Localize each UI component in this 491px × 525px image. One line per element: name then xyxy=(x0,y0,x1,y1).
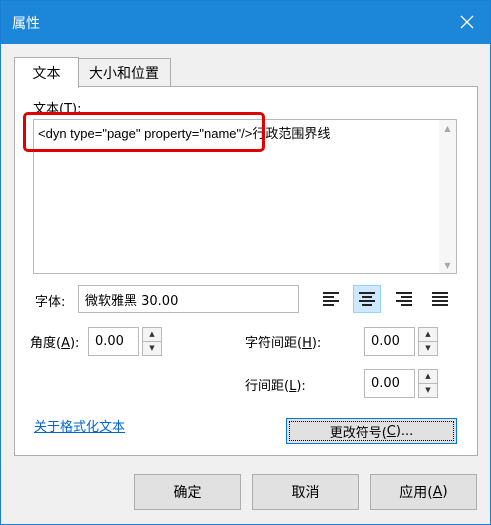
spin-down-icon[interactable]: ▼ xyxy=(419,342,437,356)
angle-value: 0.00 xyxy=(95,334,124,349)
align-left-icon xyxy=(323,292,339,306)
scroll-up-icon[interactable]: ▲ xyxy=(439,120,456,136)
align-center-icon xyxy=(359,292,375,306)
cancel-button[interactable]: 取消 xyxy=(252,474,359,510)
vertical-scrollbar[interactable]: ▲ ▼ xyxy=(439,120,456,273)
spin-down-icon[interactable]: ▼ xyxy=(419,384,437,398)
tab-text-label: 文本 xyxy=(32,66,61,82)
text-tab-panel: 文本(T): <dyn type="page" property="name"/… xyxy=(14,86,478,456)
scroll-down-icon[interactable]: ▼ xyxy=(439,257,456,273)
spin-down-icon[interactable]: ▼ xyxy=(143,342,161,356)
close-icon xyxy=(460,15,474,29)
tab-text[interactable]: 文本 xyxy=(14,57,79,88)
char-spacing-value: 0.00 xyxy=(371,334,400,349)
ok-button[interactable]: 确定 xyxy=(134,474,241,510)
font-field[interactable]: 微软雅黑 30.00 xyxy=(78,285,299,313)
align-right-icon xyxy=(396,292,412,306)
apply-button[interactable]: 应用(A) xyxy=(370,474,477,510)
align-center-button[interactable] xyxy=(353,285,381,313)
align-right-button[interactable] xyxy=(390,285,418,313)
spin-up-icon[interactable]: ▲ xyxy=(143,328,161,342)
align-left-button[interactable] xyxy=(317,285,345,313)
line-spacing-input[interactable]: 0.00 xyxy=(364,369,415,398)
font-value: 微软雅黑 30.00 xyxy=(85,293,179,309)
window-title: 属性 xyxy=(12,16,40,32)
char-spacing-input[interactable]: 0.00 xyxy=(364,327,415,356)
line-spacing-value: 0.00 xyxy=(371,376,400,391)
angle-stepper[interactable]: ▲ ▼ xyxy=(142,327,162,356)
change-symbol-button[interactable]: 更改符号(C)... xyxy=(286,418,457,444)
properties-dialog: 属性 文本 大小和位置 文本(T): <dyn type="page" prop… xyxy=(0,0,491,525)
format-text-help-link[interactable]: 关于格式化文本 xyxy=(34,416,125,435)
angle-label: 角度(A): xyxy=(30,336,80,351)
align-justify-button[interactable] xyxy=(426,285,454,313)
spin-up-icon[interactable]: ▲ xyxy=(419,370,437,384)
char-spacing-label: 字符间距(H): xyxy=(245,336,322,351)
tab-size-position-label: 大小和位置 xyxy=(89,66,159,82)
highlight-annotation xyxy=(23,112,265,152)
close-button[interactable] xyxy=(452,7,482,37)
title-bar[interactable]: 属性 xyxy=(1,1,490,44)
align-justify-icon xyxy=(432,292,448,306)
char-spacing-stepper[interactable]: ▲ ▼ xyxy=(418,327,438,356)
angle-input[interactable]: 0.00 xyxy=(88,327,139,356)
font-label: 字体: xyxy=(35,295,66,310)
spin-up-icon[interactable]: ▲ xyxy=(419,328,437,342)
line-spacing-stepper[interactable]: ▲ ▼ xyxy=(418,369,438,398)
line-spacing-label: 行间距(L): xyxy=(245,379,306,394)
tab-size-position[interactable]: 大小和位置 xyxy=(77,58,171,87)
